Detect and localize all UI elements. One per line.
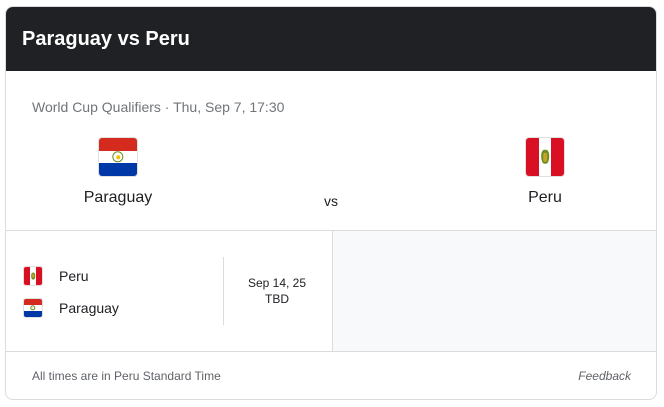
fixture-list: Peru Paraguay Sep 14, 25 TBD xyxy=(6,231,656,352)
page-title: Paraguay vs Peru xyxy=(22,27,190,50)
fixture-team-row[interactable]: Paraguay xyxy=(23,298,119,318)
fixture-time: TBD xyxy=(265,292,289,306)
divider xyxy=(223,257,224,325)
fixture-team-row[interactable]: Peru xyxy=(23,266,89,286)
fixture-date: Sep 14, 25 xyxy=(247,276,307,290)
match-summary[interactable]: World Cup Qualifiers · Thu, Sep 7, 17:30… xyxy=(6,71,656,231)
fixture-datetime: Sep 14, 25 TBD xyxy=(232,275,322,307)
empty-panel xyxy=(332,231,656,351)
paraguay-flag-icon xyxy=(23,298,43,318)
header: Paraguay vs Peru xyxy=(6,7,656,71)
away-team-name: Peru xyxy=(528,189,562,206)
fixture-team-a: Peru xyxy=(59,268,89,284)
fixture-team-b: Paraguay xyxy=(59,300,119,316)
home-team-name: Paraguay xyxy=(83,189,153,206)
match-card: Paraguay vs Peru World Cup Qualifiers · … xyxy=(5,6,657,400)
match-info: World Cup Qualifiers · Thu, Sep 7, 17:30 xyxy=(32,99,285,115)
paraguay-flag-icon xyxy=(98,137,138,177)
peru-flag-icon xyxy=(23,266,43,286)
peru-flag-icon xyxy=(525,137,565,177)
timezone-note: All times are in Peru Standard Time xyxy=(32,369,221,383)
away-team[interactable]: Peru xyxy=(475,137,615,207)
footer: All times are in Peru Standard Time Feed… xyxy=(6,352,656,399)
feedback-link[interactable]: Feedback xyxy=(578,369,631,383)
vs-label: vs xyxy=(324,193,338,209)
home-team[interactable]: Paraguay xyxy=(48,137,188,207)
